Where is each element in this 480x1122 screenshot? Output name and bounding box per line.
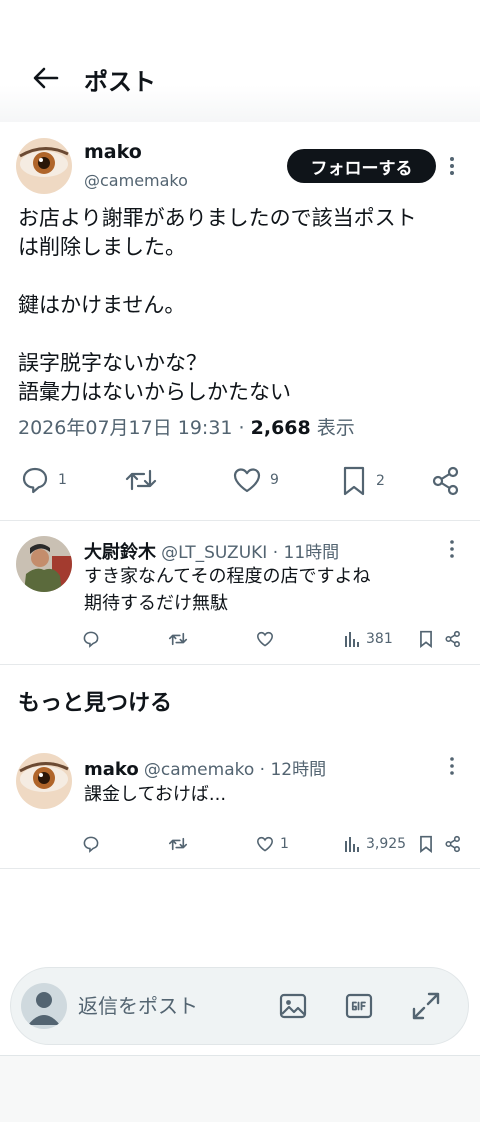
bar-chart-icon	[344, 835, 360, 853]
divider	[0, 664, 480, 665]
reply-share-button[interactable]	[444, 630, 462, 648]
divider	[0, 868, 480, 869]
reply-bookmark-button[interactable]	[418, 630, 434, 648]
bookmark-button[interactable]: 2	[340, 465, 385, 497]
image-icon[interactable]	[278, 991, 308, 1021]
reply-view-count: 381	[366, 631, 393, 647]
user-avatar[interactable]	[21, 983, 67, 1029]
meta-separator: ·	[232, 417, 251, 439]
share-icon	[444, 835, 462, 853]
discover-like-button[interactable]: 1	[256, 835, 289, 853]
like-count: 9	[270, 472, 279, 488]
more-options-icon[interactable]	[442, 755, 462, 777]
divider	[0, 520, 480, 521]
post-timestamp[interactable]: 2026年07月17日 19:31	[18, 417, 233, 439]
reply-header: 大尉鈴木 @LT_SUZUKI · 11時間	[84, 538, 339, 564]
discover-repost-button[interactable]	[168, 835, 188, 853]
bookmark-count: 2	[376, 473, 385, 489]
repost-icon	[168, 835, 188, 853]
page-title: ポスト	[84, 68, 156, 96]
like-button[interactable]: 9	[232, 465, 279, 495]
views-label: 表示	[310, 417, 355, 439]
gif-icon[interactable]	[344, 991, 374, 1021]
more-options-icon[interactable]	[442, 538, 462, 560]
discover-author-handle[interactable]: @camemako	[144, 760, 254, 780]
share-icon	[444, 630, 462, 648]
discover-views-button[interactable]: 3,925	[344, 835, 406, 853]
reply-views-button[interactable]: 381	[344, 630, 393, 648]
repost-icon	[124, 465, 158, 495]
reply-like-button[interactable]	[256, 630, 274, 648]
bar-chart-icon	[344, 630, 360, 648]
expand-icon[interactable]	[410, 990, 442, 1022]
repost-icon	[168, 630, 188, 648]
heart-icon	[232, 465, 262, 495]
discover-reply-button[interactable]	[82, 835, 100, 853]
author-avatar[interactable]	[16, 138, 72, 194]
discover-post-text: 課金しておけば...	[84, 784, 227, 805]
reply-text: すき家なんてその程度の店ですよね 期待するだけ無駄	[84, 566, 371, 614]
post-meta: 2026年07月17日 19:31 · 2,668 表示	[18, 413, 355, 440]
reply-count: 1	[58, 472, 67, 488]
discover-post-header: mako @camemako · 12時間	[84, 755, 326, 780]
reply-reply-button[interactable]	[82, 630, 100, 648]
share-icon	[430, 465, 462, 497]
bookmark-icon	[340, 465, 368, 497]
reply-button[interactable]: 1	[20, 465, 67, 495]
discover-author-name[interactable]: mako	[84, 759, 139, 780]
heart-icon	[256, 630, 274, 648]
reply-repost-button[interactable]	[168, 630, 188, 648]
discover-share-button[interactable]	[444, 835, 462, 853]
more-options-icon[interactable]	[442, 154, 462, 178]
reply-input[interactable]	[78, 990, 258, 1022]
bottom-bar	[0, 1055, 480, 1122]
share-button[interactable]	[430, 465, 462, 497]
post-text: お店より謝罪がありましたので該当ポスト は削除しました。 鍵はかけません。 誤字…	[18, 206, 417, 404]
discover-view-count: 3,925	[366, 836, 407, 852]
bookmark-icon	[418, 630, 434, 648]
bookmark-icon	[418, 835, 434, 853]
author-handle[interactable]: @camemako	[84, 171, 188, 190]
header-bar	[0, 0, 480, 122]
reply-author-name[interactable]: 大尉鈴木	[84, 542, 156, 563]
reply-icon	[82, 630, 100, 648]
back-arrow-icon[interactable]	[28, 60, 64, 96]
section-title: もっと見つける	[18, 691, 173, 716]
follow-button[interactable]: フォローする	[287, 149, 436, 183]
repost-button[interactable]	[124, 465, 158, 495]
reply-author-handle[interactable]: @LT_SUZUKI	[161, 543, 267, 563]
reply-author-avatar[interactable]	[16, 536, 72, 592]
view-count: 2,668	[250, 417, 311, 439]
reply-icon	[20, 465, 50, 495]
discover-like-count: 1	[280, 836, 289, 852]
heart-icon	[256, 835, 274, 853]
reply-time[interactable]: · 11時間	[267, 543, 339, 563]
author-name[interactable]: mako	[84, 141, 142, 163]
discover-author-avatar[interactable]	[16, 753, 72, 809]
discover-bookmark-button[interactable]	[418, 835, 434, 853]
discover-post-time[interactable]: · 12時間	[254, 760, 326, 780]
reply-icon	[82, 835, 100, 853]
